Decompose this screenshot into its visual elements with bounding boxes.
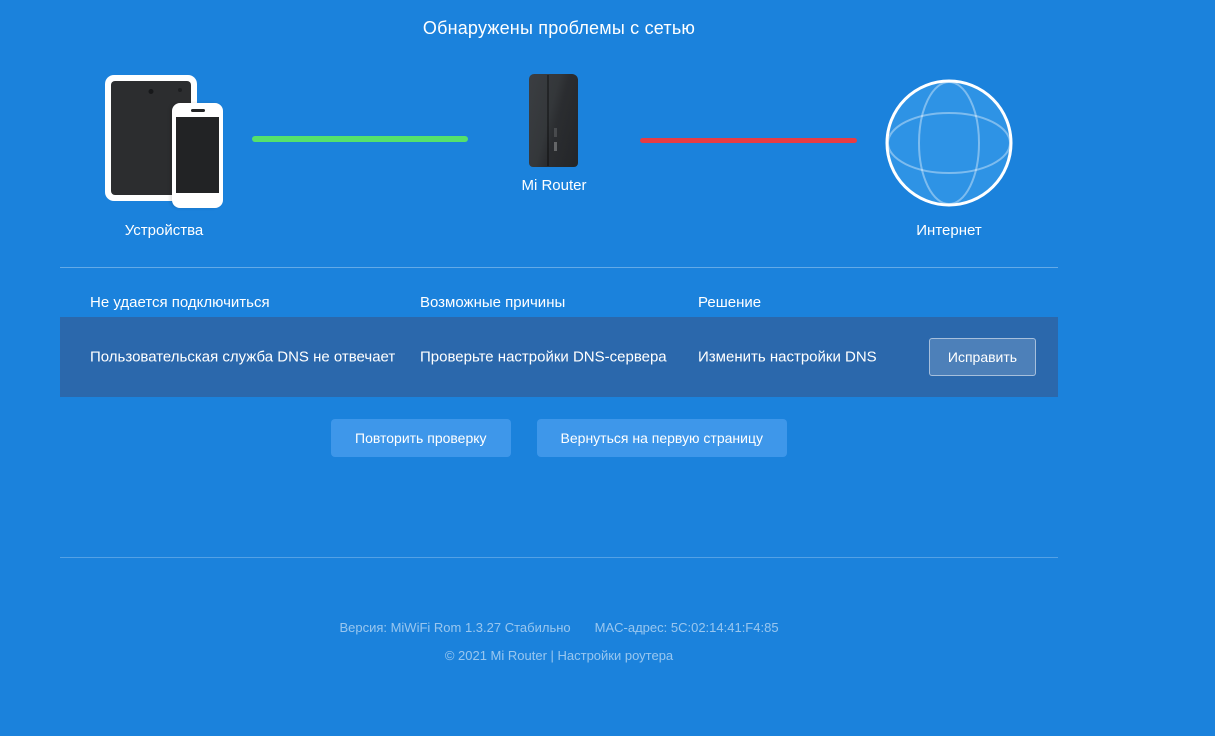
copyright-text: © 2021 Mi Router | Настройки роутера [444,648,674,663]
tablet-camera-dot [148,89,154,94]
column-header-cause: Возможные причины [420,294,566,311]
phone-icon [172,103,223,208]
footer-version-line: Версия: MiWiFi Rom 1.3.27 Стабильно MAC-а… [60,620,1058,635]
back-to-first-page-button[interactable]: Вернуться на первую страницу [536,419,787,457]
row-solution-text: Изменить настройки DNS [698,348,877,366]
connection-error-line [640,138,857,143]
fix-button[interactable]: Исправить [929,338,1036,376]
row-problem-text: Пользовательская служба DNS не отвечает [90,348,396,366]
action-buttons: Повторить проверку Вернуться на первую с… [60,419,1058,457]
column-header-solution: Решение [698,294,762,311]
phone-speaker [190,109,205,112]
mac-address-text: MAC-адрес: 5C:02:14:41:F4:85 [594,620,779,635]
column-header-problem: Не удается подключиться [90,294,270,311]
retry-check-button[interactable]: Повторить проверку [331,419,511,457]
footer-divider [60,557,1058,558]
footer-copyright-line: © 2021 Mi Router | Настройки роутера [60,648,1058,663]
router-ports [554,142,557,151]
globe-icon [884,78,1014,208]
table-row: Пользовательская служба DNS не отвечает … [60,317,1058,397]
tablet-sensor-dot [178,88,182,92]
devices-label: Устройства [124,222,204,239]
table-top-divider [60,267,1058,268]
row-cause-text: Проверьте настройки DNS-сервера [420,348,667,366]
connection-ok-line [252,136,468,142]
router-label: Mi Router [521,177,587,194]
internet-label: Интернет [916,222,982,239]
phone-screen [176,117,219,193]
page-title: Обнаружены проблемы с сетью [422,18,696,38]
router-icon [529,74,578,167]
version-text: Версия: MiWiFi Rom 1.3.27 Стабильно [339,620,571,635]
network-diagnostics-page: Обнаружены проблемы с сетью Устройства M… [0,0,1215,736]
